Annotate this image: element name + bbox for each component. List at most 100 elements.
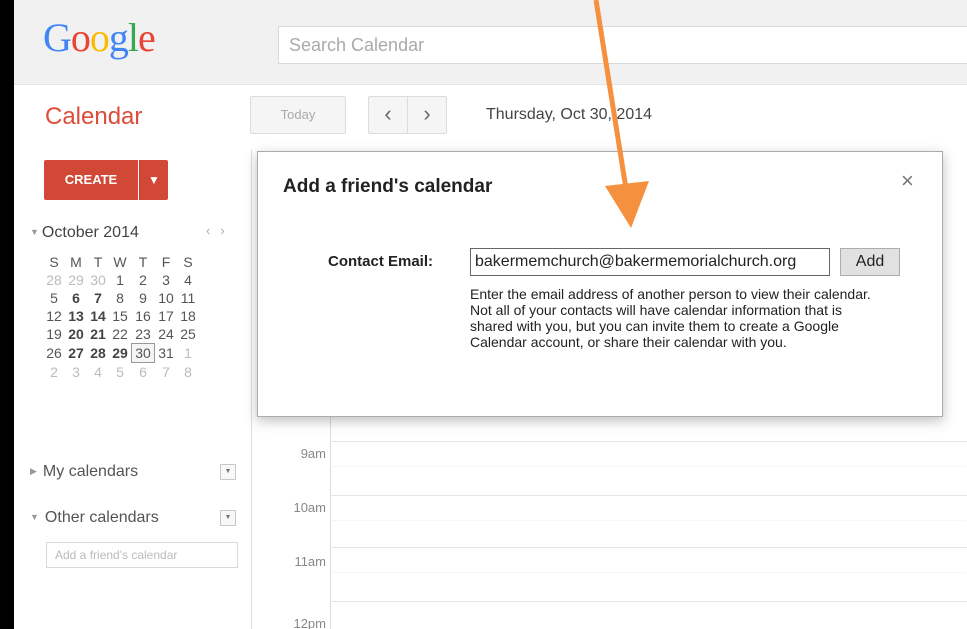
weekday-row: SMTWTFS xyxy=(43,253,199,271)
week-row: 5 6 7 8 9 10 11 xyxy=(43,289,199,307)
expand-triangle-icon: ▶ xyxy=(30,466,37,476)
weekday-label: S xyxy=(49,254,59,270)
day-cell[interactable]: 16 xyxy=(131,307,155,325)
weekday-label: T xyxy=(93,254,103,270)
day-cell[interactable]: 5 xyxy=(109,363,131,381)
contact-email-input[interactable] xyxy=(471,249,837,275)
next-button[interactable]: › xyxy=(407,96,447,134)
top-header: Google xyxy=(14,0,967,85)
dialog-help-text: Enter the email address of another perso… xyxy=(470,286,871,350)
day-cell[interactable]: 1 xyxy=(177,343,199,363)
day-cell[interactable]: 9 xyxy=(131,289,155,307)
mini-calendar-nav: ‹› xyxy=(206,223,235,238)
other-calendars-section[interactable]: ▼ Other calendars xyxy=(30,509,159,527)
chevron-right-icon: › xyxy=(423,101,431,126)
day-cell[interactable]: 4 xyxy=(87,363,109,381)
weekday-label: W xyxy=(113,254,127,270)
day-cell[interactable]: 28 xyxy=(43,271,65,289)
contact-email-box[interactable] xyxy=(470,248,837,276)
day-cell[interactable]: 24 xyxy=(155,325,177,343)
day-cell[interactable]: 30 xyxy=(87,271,109,289)
day-cell[interactable]: 12 xyxy=(43,307,65,325)
day-cell[interactable]: 5 xyxy=(43,289,65,307)
day-cell[interactable]: 4 xyxy=(177,271,199,289)
create-button[interactable]: CREATE xyxy=(44,160,138,200)
weekday-label: F xyxy=(161,254,171,270)
day-cell[interactable]: 27 xyxy=(65,343,87,363)
day-cell[interactable]: 23 xyxy=(131,325,155,343)
logo-letter: l xyxy=(127,15,139,60)
my-calendars-section[interactable]: ▶ My calendars xyxy=(30,463,138,481)
day-cell[interactable]: 21 xyxy=(87,325,109,343)
day-cell[interactable]: 31 xyxy=(155,343,177,363)
day-cell[interactable]: 28 xyxy=(87,343,109,363)
mini-next-icon[interactable]: › xyxy=(220,223,234,238)
add-friend-dialog: Add a friend's calendar × Contact Email:… xyxy=(257,151,943,417)
search-box[interactable] xyxy=(278,26,967,64)
day-cell[interactable]: 8 xyxy=(177,363,199,381)
day-cell[interactable]: 11 xyxy=(177,289,199,307)
weekday-label: M xyxy=(70,254,82,270)
day-cell[interactable]: 26 xyxy=(43,343,65,363)
mini-prev-icon[interactable]: ‹ xyxy=(206,223,220,238)
add-button[interactable]: Add xyxy=(840,248,900,276)
day-cell[interactable]: 2 xyxy=(43,363,65,381)
mini-calendar-header[interactable]: ▼ October 2014 xyxy=(30,224,139,242)
day-cell[interactable]: 29 xyxy=(109,343,131,363)
hour-label: 12pm xyxy=(293,616,326,629)
my-calendars-menu-icon[interactable]: ▼ xyxy=(220,464,236,480)
selected-day-cell[interactable]: 30 xyxy=(131,343,155,363)
app-title: Calendar xyxy=(45,103,143,130)
day-cell[interactable]: 19 xyxy=(43,325,65,343)
contact-email-label: Contact Email: xyxy=(328,253,434,270)
day-cell[interactable]: 6 xyxy=(131,363,155,381)
half-hour-line xyxy=(330,572,967,573)
day-cell[interactable]: 29 xyxy=(65,271,87,289)
half-hour-line xyxy=(330,466,967,467)
day-cell[interactable]: 3 xyxy=(155,271,177,289)
collapse-triangle-icon: ▼ xyxy=(30,227,39,237)
current-date: Thursday, Oct 30, 2014 xyxy=(486,106,653,123)
day-cell[interactable]: 6 xyxy=(65,289,87,307)
hour-line xyxy=(330,547,967,548)
day-cell[interactable]: 8 xyxy=(109,289,131,307)
day-cell[interactable]: 15 xyxy=(109,307,131,325)
day-cell[interactable]: 17 xyxy=(155,307,177,325)
week-row: 28 29 30 1 2 3 4 xyxy=(43,271,199,289)
day-cell[interactable]: 1 xyxy=(109,271,131,289)
day-cell[interactable]: 7 xyxy=(87,289,109,307)
week-row: 2345678 xyxy=(43,363,199,381)
collapse-triangle-icon: ▼ xyxy=(30,512,39,522)
day-cell[interactable]: 22 xyxy=(109,325,131,343)
previous-button[interactable]: ‹ xyxy=(368,96,408,134)
day-cell[interactable]: 3 xyxy=(65,363,87,381)
my-calendars-label: My calendars xyxy=(42,463,139,480)
logo-letter: e xyxy=(138,15,156,60)
week-row: 26 27 28 29 30 31 1 xyxy=(43,343,199,363)
dialog-title: Add a friend's calendar xyxy=(283,176,493,197)
today-button[interactable]: Today xyxy=(250,96,346,134)
week-row: 12 13 14 15 16 17 18 xyxy=(43,307,199,325)
hour-line xyxy=(330,495,967,496)
add-friend-calendar-box[interactable] xyxy=(46,542,253,568)
day-cell[interactable]: 10 xyxy=(155,289,177,307)
mini-calendar: S M T W T F S 28 29 30 1 2 3 4 5 6 7 8 9 10 11 12 13 14 15 16 17 18… xyxy=(43,253,199,381)
day-cell[interactable]: 7 xyxy=(155,363,177,381)
mini-calendar-month: October 2014 xyxy=(41,224,139,241)
search-input[interactable] xyxy=(279,27,967,63)
day-cell[interactable]: 14 xyxy=(87,307,109,325)
hour-label: 9am xyxy=(300,446,326,461)
hour-label: 10am xyxy=(293,500,326,515)
other-calendars-menu-icon[interactable]: ▼ xyxy=(220,510,236,526)
google-logo[interactable]: Google xyxy=(43,14,156,61)
logo-letter: g xyxy=(108,15,129,60)
day-cell[interactable]: 18 xyxy=(177,307,199,325)
add-friend-calendar-input[interactable] xyxy=(47,543,253,567)
day-cell[interactable]: 2 xyxy=(131,271,155,289)
close-icon[interactable]: × xyxy=(901,168,914,194)
hour-label: 11am xyxy=(294,554,326,569)
day-cell[interactable]: 13 xyxy=(65,307,87,325)
day-cell[interactable]: 25 xyxy=(177,325,199,343)
day-cell[interactable]: 20 xyxy=(65,325,87,343)
create-dropdown-button[interactable]: ▼ xyxy=(139,160,168,200)
